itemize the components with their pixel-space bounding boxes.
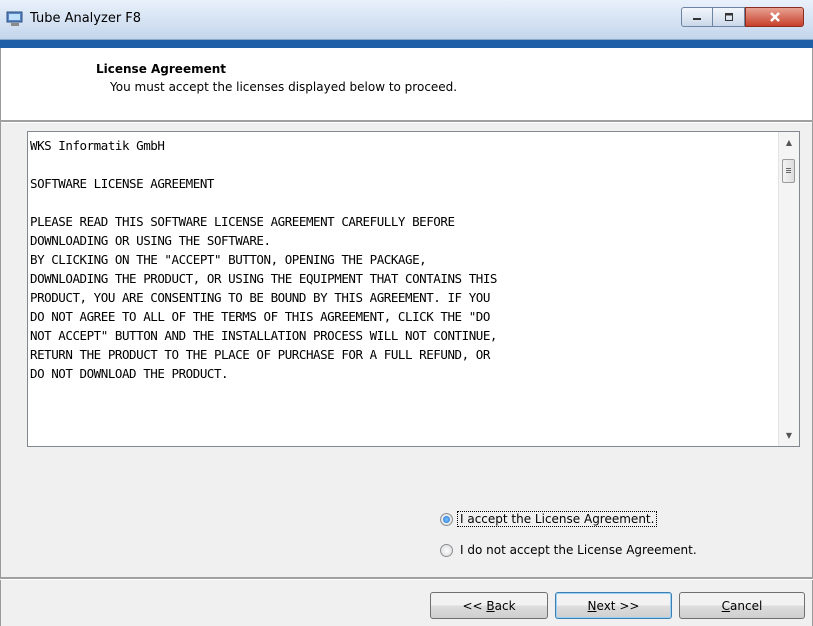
maximize-icon (724, 13, 733, 21)
next-button[interactable]: Next >> (555, 592, 672, 619)
cancel-button[interactable]: Cancel (679, 592, 805, 619)
decline-option[interactable]: I do not accept the License Agreement. (440, 543, 699, 557)
accent-strip (0, 40, 813, 48)
next-access-key: N (587, 598, 597, 613)
license-text-box[interactable]: WKS Informatik GmbH SOFTWARE LICENSE AGR… (27, 131, 800, 447)
back-button[interactable]: << Back (430, 592, 548, 619)
cancel-label: ancel (730, 598, 763, 613)
back-access-key: B (486, 598, 495, 613)
scroll-down-arrow-icon[interactable]: ▼ (779, 427, 799, 444)
decline-label[interactable]: I do not accept the License Agreement. (458, 543, 699, 557)
window-title: Tube Analyzer F8 (30, 11, 142, 26)
back-label: ack (494, 598, 516, 613)
scroll-up-arrow-icon[interactable]: ▲ (779, 134, 799, 151)
minimize-button[interactable] (681, 7, 713, 27)
page-subtitle: You must accept the licenses displayed b… (110, 80, 458, 94)
close-button[interactable] (745, 7, 804, 27)
accept-label[interactable]: I accept the License Agreement. (456, 511, 658, 527)
close-icon (769, 12, 780, 22)
next-label: ext >> (596, 598, 640, 613)
title-bar[interactable]: Tube Analyzer F8 (0, 0, 813, 40)
scroll-thumb[interactable] (782, 159, 795, 183)
accept-radio[interactable] (440, 512, 453, 526)
cancel-access-key: C (721, 598, 731, 613)
decline-radio[interactable] (440, 543, 453, 557)
accept-option[interactable]: I accept the License Agreement. (440, 511, 658, 527)
page-title: License Agreement (96, 62, 227, 76)
grip-line (786, 170, 791, 171)
license-text: WKS Informatik GmbH SOFTWARE LICENSE AGR… (30, 138, 497, 381)
vertical-scrollbar[interactable]: ▲ ▼ (778, 132, 799, 446)
installer-computer-icon (6, 11, 23, 26)
grip-line (786, 172, 791, 173)
back-prefix: << (462, 598, 487, 613)
footer-divider (0, 577, 813, 580)
header-panel: License Agreement You must accept the li… (0, 48, 813, 120)
grip-line (786, 168, 791, 169)
maximize-button[interactable] (713, 7, 745, 27)
minimize-icon (693, 18, 701, 20)
